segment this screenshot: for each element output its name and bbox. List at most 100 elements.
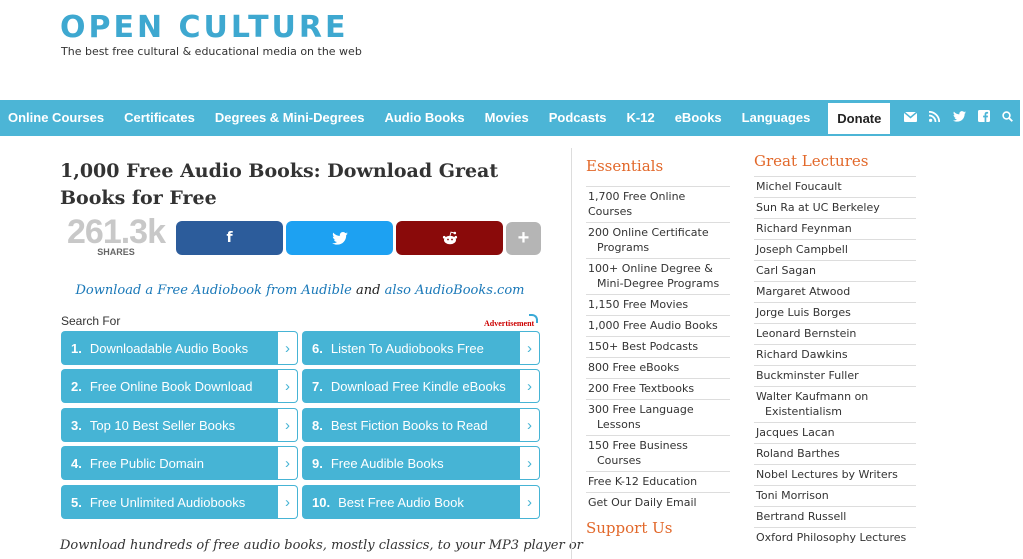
essentials-item[interactable]: 200 Online Certificate Programs — [586, 222, 730, 258]
great-lectures-list: Michel Foucault Sun Ra at UC Berkeley Rich… — [754, 176, 916, 548]
lecture-item-label: Richard Dawkins — [756, 348, 848, 361]
ad-label: Top 10 Best Seller Books — [89, 417, 236, 433]
lecture-item[interactable]: Bertrand Russell — [754, 506, 916, 527]
more-share-button[interactable]: + — [506, 222, 541, 255]
ad-label: Free Unlimited Audiobooks — [89, 494, 246, 510]
essentials-item[interactable]: Get Our Daily Email — [586, 492, 730, 513]
essentials-item[interactable]: 800 Free eBooks — [586, 357, 730, 378]
nav-online-courses[interactable]: Online Courses — [0, 100, 114, 136]
nav-degrees[interactable]: Degrees & Mini-Degrees — [205, 100, 375, 136]
nav-certificates[interactable]: Certificates — [114, 100, 205, 136]
lecture-item[interactable]: Richard Dawkins — [754, 344, 916, 365]
ad-number: 5. — [71, 494, 82, 510]
lecture-item[interactable]: Sun Ra at UC Berkeley — [754, 197, 916, 218]
ad-label: Free Audible Books — [330, 455, 444, 471]
email-icon[interactable] — [898, 100, 922, 136]
lecture-item[interactable]: Toni Morrison — [754, 485, 916, 506]
essentials-item-label: 1,000 Free Audio Books — [588, 319, 718, 332]
adchoices-icon[interactable] — [529, 314, 538, 323]
essentials-item[interactable]: 1,150 Free Movies — [586, 294, 730, 315]
essentials-item-label: Get Our Daily Email — [588, 496, 697, 509]
essentials-item[interactable]: Free K-12 Education — [586, 471, 730, 492]
audiobooks-com-link[interactable]: also AudioBooks.com — [385, 283, 525, 298]
lecture-item-label: Roland Barthes — [756, 447, 840, 460]
ad-item[interactable]: 6. Listen To Audiobooks Free › — [302, 331, 540, 365]
ad-number: 6. — [312, 340, 323, 356]
essentials-list: 1,700 Free Online Courses 200 Online Cert… — [586, 186, 730, 513]
essentials-item-label: 100+ Online Degree & — [588, 262, 713, 275]
promo-and: and — [351, 283, 385, 298]
search-icon[interactable] — [996, 100, 1020, 136]
nav-languages[interactable]: Languages — [732, 100, 821, 136]
facebook-icon[interactable] — [971, 100, 995, 136]
ad-item[interactable]: 4. Free Public Domain › — [61, 446, 298, 480]
lecture-item[interactable]: Margaret Atwood — [754, 281, 916, 302]
lecture-item[interactable]: Jacques Lacan — [754, 422, 916, 443]
lecture-item-label: Jacques Lacan — [756, 426, 835, 439]
lecture-item[interactable]: Carl Sagan — [754, 260, 916, 281]
ad-item[interactable]: 8. Best Fiction Books to Read › — [302, 408, 540, 442]
lecture-item-label: Oxford Philosophy Lectures — [756, 531, 907, 544]
ad-item[interactable]: 3. Top 10 Best Seller Books › — [61, 408, 298, 442]
lecture-item-label: Sun Ra at UC Berkeley — [756, 201, 880, 214]
donate-button[interactable]: Donate — [828, 102, 891, 134]
lecture-item[interactable]: Michel Foucault — [754, 176, 916, 197]
nav-ebooks[interactable]: eBooks — [665, 100, 732, 136]
site-logo[interactable]: OPEN CULTURE — [60, 10, 348, 45]
ad-item[interactable]: 2. Free Online Book Download › — [61, 369, 298, 403]
reddit-icon — [442, 231, 457, 245]
essentials-item-label: 300 Free Language — [588, 403, 694, 416]
ad-item[interactable]: 1. Downloadable Audio Books › — [61, 331, 298, 365]
essentials-item[interactable]: 200 Free Textbooks — [586, 378, 730, 399]
lecture-item[interactable]: Oxford Philosophy Lectures — [754, 527, 916, 548]
lecture-item-label: Bertrand Russell — [756, 510, 847, 523]
lecture-item[interactable]: Walter Kaufmann on Existentialism — [754, 386, 916, 422]
essentials-item-label-continued: Mini-Degree Programs — [597, 277, 720, 290]
audible-link[interactable]: Download a Free Audiobook from Audible — [75, 283, 351, 298]
facebook-share-button[interactable]: f — [176, 221, 283, 255]
lecture-item[interactable]: Leonard Bernstein — [754, 323, 916, 344]
ad-item[interactable]: 7. Download Free Kindle eBooks › — [302, 369, 540, 403]
essentials-item[interactable]: 150+ Best Podcasts — [586, 336, 730, 357]
ad-label: Best Free Audio Book — [338, 494, 464, 510]
lecture-item[interactable]: Jorge Luis Borges — [754, 302, 916, 323]
nav-audio-books[interactable]: Audio Books — [374, 100, 474, 136]
essentials-item[interactable]: 150 Free Business Courses — [586, 435, 730, 471]
ad-label: Free Online Book Download — [89, 378, 253, 394]
lecture-item-label: Margaret Atwood — [756, 285, 851, 298]
nav-podcasts[interactable]: Podcasts — [539, 100, 617, 136]
lecture-item-label: Carl Sagan — [756, 264, 816, 277]
lecture-item[interactable]: Roland Barthes — [754, 443, 916, 464]
chevron-right-icon: › — [520, 331, 540, 365]
lecture-item[interactable]: Joseph Campbell — [754, 239, 916, 260]
essentials-item[interactable]: 300 Free Language Lessons — [586, 399, 730, 435]
ad-item[interactable]: 9. Free Audible Books › — [302, 446, 540, 480]
nav-movies[interactable]: Movies — [475, 100, 539, 136]
chevron-right-icon: › — [520, 446, 540, 480]
essentials-item[interactable]: 100+ Online Degree & Mini-Degree Programs — [586, 258, 730, 294]
chevron-right-icon: › — [520, 369, 540, 403]
essentials-item-label: 150+ Best Podcasts — [588, 340, 699, 353]
rss-icon[interactable] — [923, 100, 947, 136]
lecture-item[interactable]: Buckminster Fuller — [754, 365, 916, 386]
nav-k12[interactable]: K-12 — [617, 100, 665, 136]
lecture-item[interactable]: Richard Feynman — [754, 218, 916, 239]
essentials-item[interactable]: 1,000 Free Audio Books — [586, 315, 730, 336]
chevron-right-icon: › — [278, 369, 298, 403]
essentials-item[interactable]: 1,700 Free Online Courses — [586, 186, 730, 222]
share-count: 261.3k SHARES — [60, 213, 172, 257]
ad-item[interactable]: 10. Best Free Audio Book › — [302, 485, 540, 519]
lecture-item-label: Walter Kaufmann on — [756, 390, 869, 403]
twitter-icon[interactable] — [947, 100, 971, 136]
reddit-share-button[interactable] — [396, 221, 503, 255]
twitter-share-button[interactable] — [286, 221, 393, 255]
search-for-label: Search For — [61, 314, 121, 328]
essentials-item-label: 800 Free eBooks — [588, 361, 680, 374]
ad-item[interactable]: 5. Free Unlimited Audiobooks › — [61, 485, 298, 519]
chevron-right-icon: › — [278, 485, 298, 519]
lecture-item-label: Joseph Campbell — [756, 243, 848, 256]
lecture-item[interactable]: Nobel Lectures by Writers — [754, 464, 916, 485]
lecture-item-label: Nobel Lectures by Writers — [756, 468, 898, 481]
ad-number: 7. — [312, 378, 323, 394]
facebook-icon: f — [226, 230, 233, 246]
